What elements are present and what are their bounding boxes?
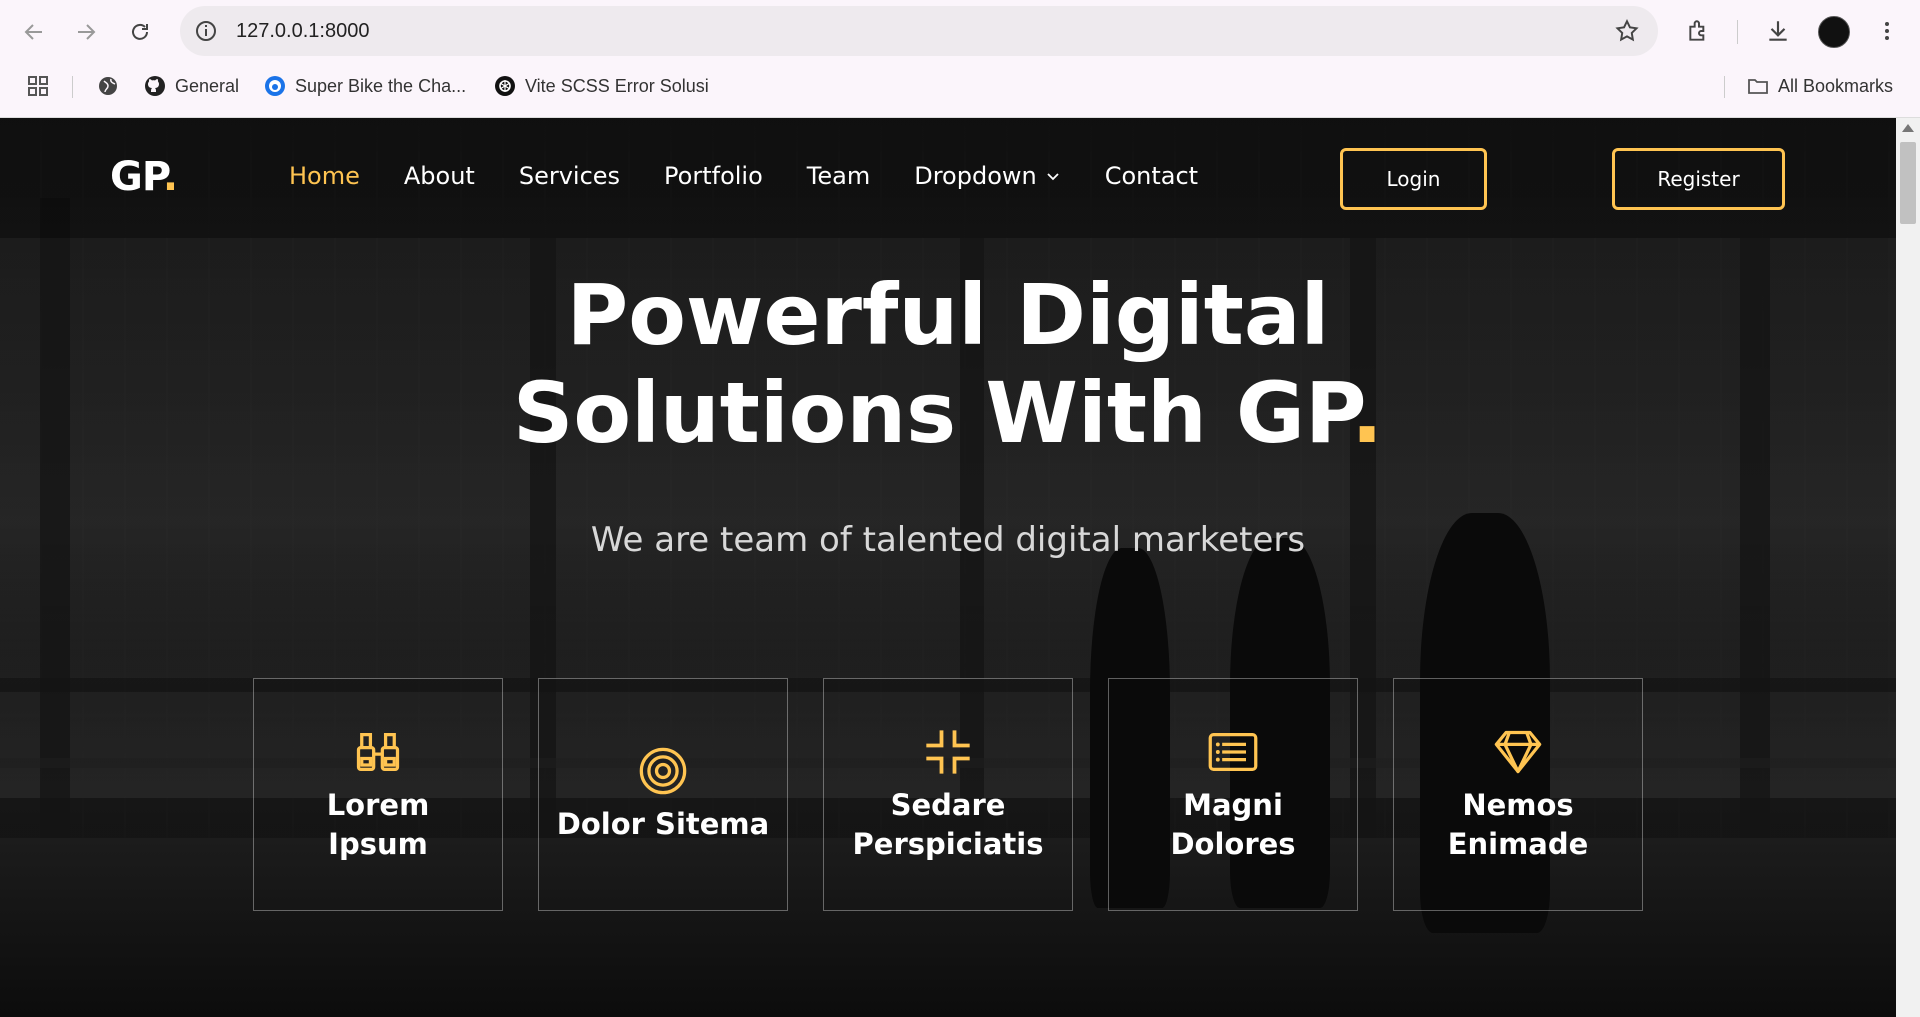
feature-box[interactable]: Dolor Sitema	[538, 678, 788, 911]
feature-title-line: Lorem	[326, 787, 430, 822]
browser-menu-button[interactable]	[1872, 16, 1902, 46]
chevron-down-icon	[1047, 173, 1059, 181]
logo-dot: .	[162, 154, 178, 200]
feature-title-line: Magni	[1183, 787, 1283, 822]
feature-title-line: Dolores	[1170, 826, 1296, 861]
puzzle-icon	[1689, 20, 1705, 41]
register-button[interactable]: Register	[1612, 148, 1785, 210]
kebab-menu-icon	[1885, 22, 1889, 40]
nav-home[interactable]: Home	[289, 162, 360, 190]
downloads-button[interactable]	[1763, 16, 1793, 46]
page-viewport: GP. Home About Services Portfolio Team D…	[0, 118, 1896, 1017]
feature-title: Sedare Perspiciatis	[853, 786, 1044, 864]
bookmark-general[interactable]: General	[143, 72, 239, 100]
bookmark-label: General	[175, 75, 240, 96]
minimize-icon	[926, 729, 970, 774]
arrow-left-icon	[24, 24, 42, 40]
login-button[interactable]: Login	[1340, 148, 1487, 210]
hero-title-text: Solutions With GP	[512, 364, 1352, 462]
feature-title: Dolor Sitema	[556, 807, 770, 841]
feature-title-line: Nemos	[1462, 787, 1574, 822]
nav-dropdown-label: Dropdown	[914, 162, 1037, 190]
apps-button[interactable]	[26, 72, 50, 100]
bookmark-globe[interactable]	[96, 72, 120, 100]
site-header: GP. Home About Services Portfolio Team D…	[0, 118, 1896, 238]
hero-title-dot: .	[1351, 364, 1384, 462]
nav-services[interactable]: Services	[519, 162, 620, 190]
feature-title: Lorem Ipsum	[327, 786, 430, 864]
site-logo[interactable]: GP.	[110, 154, 178, 200]
bookmark-label: Super Bike the Cha...	[295, 75, 467, 96]
globe-icon	[99, 77, 117, 95]
bookmark-star-icon[interactable]	[1614, 18, 1640, 44]
site-info-icon[interactable]	[194, 19, 218, 43]
nav-team[interactable]: Team	[807, 162, 870, 190]
hero-title-line1: Powerful Digital	[566, 266, 1330, 364]
bookmarks-bar: General Super Bike the Cha... Vite SCSS …	[0, 64, 1920, 108]
feature-title-line: Perspiciatis	[852, 826, 1044, 861]
bookmarks-divider	[1724, 76, 1725, 98]
logo-text: GP	[110, 154, 164, 200]
page-scrollbar[interactable]	[1896, 118, 1920, 1017]
all-bookmarks-button[interactable]: All Bookmarks	[1746, 72, 1893, 100]
reload-button[interactable]	[122, 14, 158, 50]
folder-icon	[1748, 79, 1768, 94]
bookmark-label: Vite SCSS Error Solusi	[525, 75, 709, 96]
forward-button[interactable]	[68, 14, 104, 50]
feature-title: Nemos Enimade	[1448, 786, 1589, 864]
hero-subtitle: We are team of talented digital marketer…	[590, 520, 1306, 560]
extensions-button[interactable]	[1684, 16, 1714, 46]
site-icon	[265, 76, 285, 96]
feature-title: Magni Dolores	[1170, 786, 1295, 864]
feature-box[interactable]: Nemos Enimade	[1393, 678, 1643, 911]
scrollbar-thumb[interactable]	[1900, 142, 1916, 224]
feature-box[interactable]: Lorem Ipsum	[253, 678, 503, 911]
feature-title-line: Sedare	[890, 787, 1006, 822]
gem-icon	[1494, 730, 1542, 773]
back-button[interactable]	[16, 14, 52, 50]
nav-about[interactable]: About	[404, 162, 475, 190]
browser-toolbar: 127.0.0.1:8000	[0, 0, 1920, 64]
feature-title-line: Ipsum	[328, 826, 428, 861]
bookmark-vite-scss[interactable]: Vite SCSS Error Solusi	[493, 72, 709, 100]
hero-title-line2: Solutions With GP.	[0, 364, 1896, 462]
github-icon	[145, 76, 165, 96]
all-bookmarks-label: All Bookmarks	[1778, 75, 1894, 96]
main-nav: Home About Services Portfolio Team Dropd…	[289, 162, 1242, 190]
feature-box[interactable]: Magni Dolores	[1108, 678, 1358, 911]
openai-icon	[495, 76, 515, 96]
apps-grid-icon	[28, 76, 48, 96]
download-icon	[1769, 21, 1787, 41]
reload-icon	[132, 23, 148, 40]
profile-avatar[interactable]	[1818, 16, 1850, 48]
nav-dropdown[interactable]: Dropdown	[914, 162, 1061, 190]
binoculars-icon	[356, 732, 400, 771]
bookmark-super-bike[interactable]: Super Bike the Cha...	[263, 72, 466, 100]
feature-box[interactable]: Sedare Perspiciatis	[823, 678, 1073, 911]
target-icon	[639, 747, 687, 795]
scroll-up-icon[interactable]	[1902, 124, 1914, 132]
toolbar-divider	[1737, 20, 1738, 44]
url-text[interactable]: 127.0.0.1:8000	[236, 20, 369, 43]
address-bar[interactable]: 127.0.0.1:8000	[180, 6, 1658, 56]
arrow-right-icon	[78, 24, 96, 40]
feature-title-line: Enimade	[1447, 826, 1589, 861]
browser-chrome: 127.0.0.1:8000 General Super Bike the Ch…	[0, 0, 1920, 118]
list-card-icon	[1208, 732, 1258, 771]
bookmarks-divider	[72, 76, 73, 98]
nav-portfolio[interactable]: Portfolio	[664, 162, 763, 190]
nav-contact[interactable]: Contact	[1105, 162, 1198, 190]
